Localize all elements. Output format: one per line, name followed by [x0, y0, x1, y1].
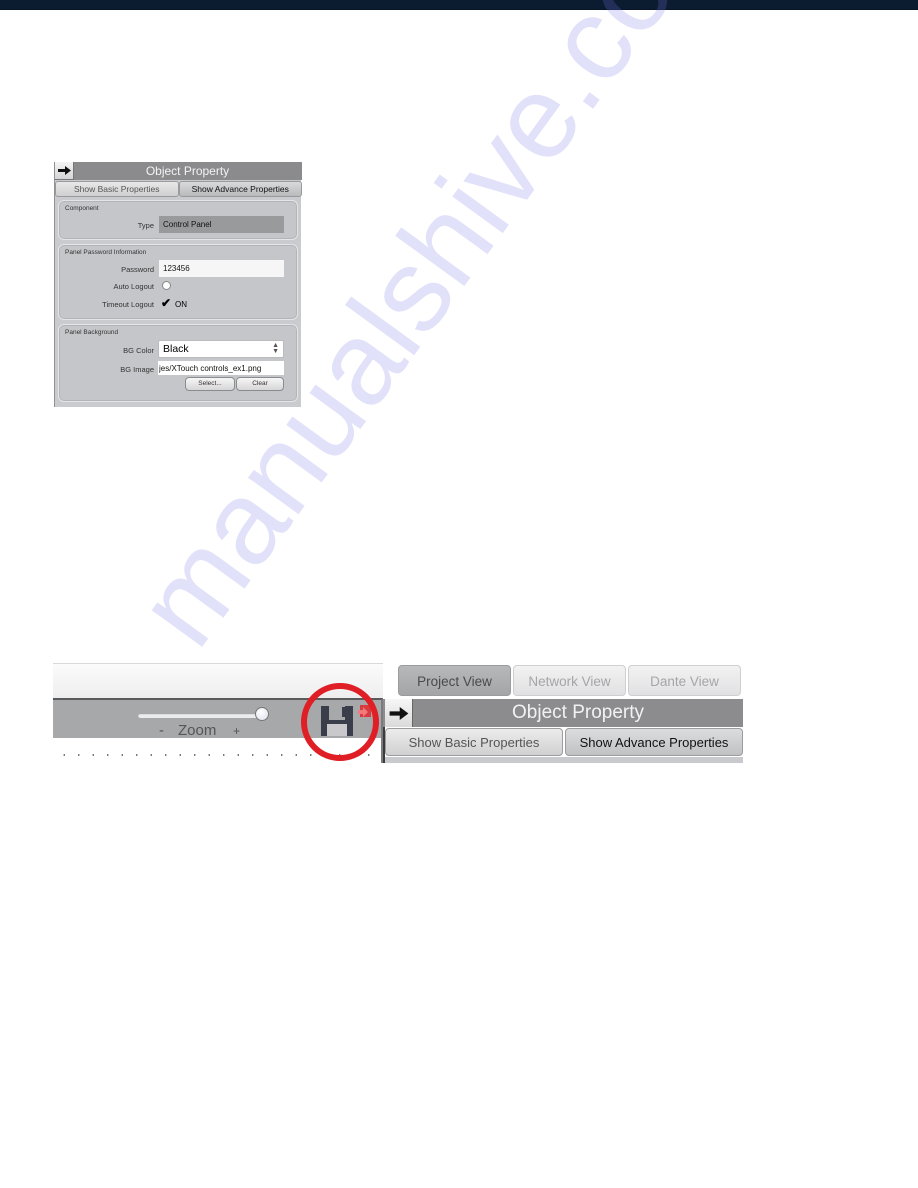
- panel-background-group: Panel Background BG Color Black ▲ ▼ BG Im…: [58, 324, 298, 402]
- tab-show-advance-properties[interactable]: Show Advance Properties: [565, 728, 743, 756]
- toolbar-screenshot: - Zoom + Project View Network View Dante…: [53, 663, 743, 763]
- tab-show-basic-properties[interactable]: Show Basic Properties: [55, 181, 179, 197]
- type-value: Control Panel: [159, 216, 284, 233]
- zoom-label: Zoom: [178, 722, 217, 739]
- select-updown-icon: ▲ ▼: [272, 342, 279, 355]
- bg-image-path-input[interactable]: [158, 361, 284, 375]
- zoom-slider-thumb[interactable]: [255, 707, 269, 721]
- group-title: Component: [65, 205, 99, 212]
- password-group: Panel Password Information Password Auto…: [58, 244, 298, 320]
- property-tabs: Show Basic Properties Show Advance Prope…: [55, 181, 302, 197]
- group-title: Panel Background: [65, 329, 119, 336]
- password-input[interactable]: [159, 260, 284, 277]
- tab-network-view[interactable]: Network View: [513, 665, 626, 696]
- right-panel: Project View Network View Dante View Obj…: [383, 663, 743, 763]
- tab-dante-view[interactable]: Dante View: [628, 665, 741, 696]
- auto-logout-label: Auto Logout: [113, 282, 154, 291]
- collapse-panel-button[interactable]: [385, 699, 413, 727]
- zoom-slider-track[interactable]: [138, 713, 262, 718]
- bg-color-select[interactable]: Black ▲ ▼: [158, 340, 284, 358]
- password-label: Password: [121, 265, 154, 274]
- tab-project-view[interactable]: Project View: [398, 665, 511, 696]
- object-property-title: Object Property: [512, 702, 644, 723]
- bg-image-label: BG Image: [120, 365, 154, 374]
- zoom-plus-label[interactable]: +: [233, 724, 240, 738]
- bg-color-value: Black: [163, 343, 189, 355]
- timeout-logout-checkbox[interactable]: ✔: [161, 297, 171, 309]
- group-title: Panel Password Information: [65, 249, 147, 256]
- right-arrow-icon: [57, 166, 71, 175]
- save-highlight-circle: [301, 683, 379, 761]
- panel-title: Object Property: [145, 164, 230, 178]
- page-header-bar: [0, 0, 918, 10]
- tab-show-advance-properties[interactable]: Show Advance Properties: [178, 181, 302, 197]
- object-property-panel: Object Property Show Basic Properties Sh…: [54, 162, 302, 407]
- tab-show-basic-properties[interactable]: Show Basic Properties: [385, 728, 563, 756]
- clear-image-button[interactable]: Clear: [236, 377, 284, 391]
- select-image-button[interactable]: Select...: [185, 377, 235, 391]
- timeout-logout-label: Timeout Logout: [102, 300, 154, 309]
- panel-body-edge: [385, 757, 743, 763]
- component-group: Component Type Control Panel: [58, 200, 298, 240]
- timeout-logout-on-text: ON: [175, 300, 187, 309]
- auto-logout-radio[interactable]: [162, 281, 171, 290]
- zoom-minus-label[interactable]: -: [159, 722, 164, 739]
- right-arrow-icon: [389, 706, 408, 720]
- view-tabs: Project View Network View Dante View: [398, 665, 741, 697]
- collapse-panel-button[interactable]: [55, 162, 74, 180]
- property-tabs: Show Basic Properties Show Advance Prope…: [385, 728, 743, 756]
- bg-color-label: BG Color: [123, 346, 154, 355]
- type-label: Type: [137, 221, 154, 230]
